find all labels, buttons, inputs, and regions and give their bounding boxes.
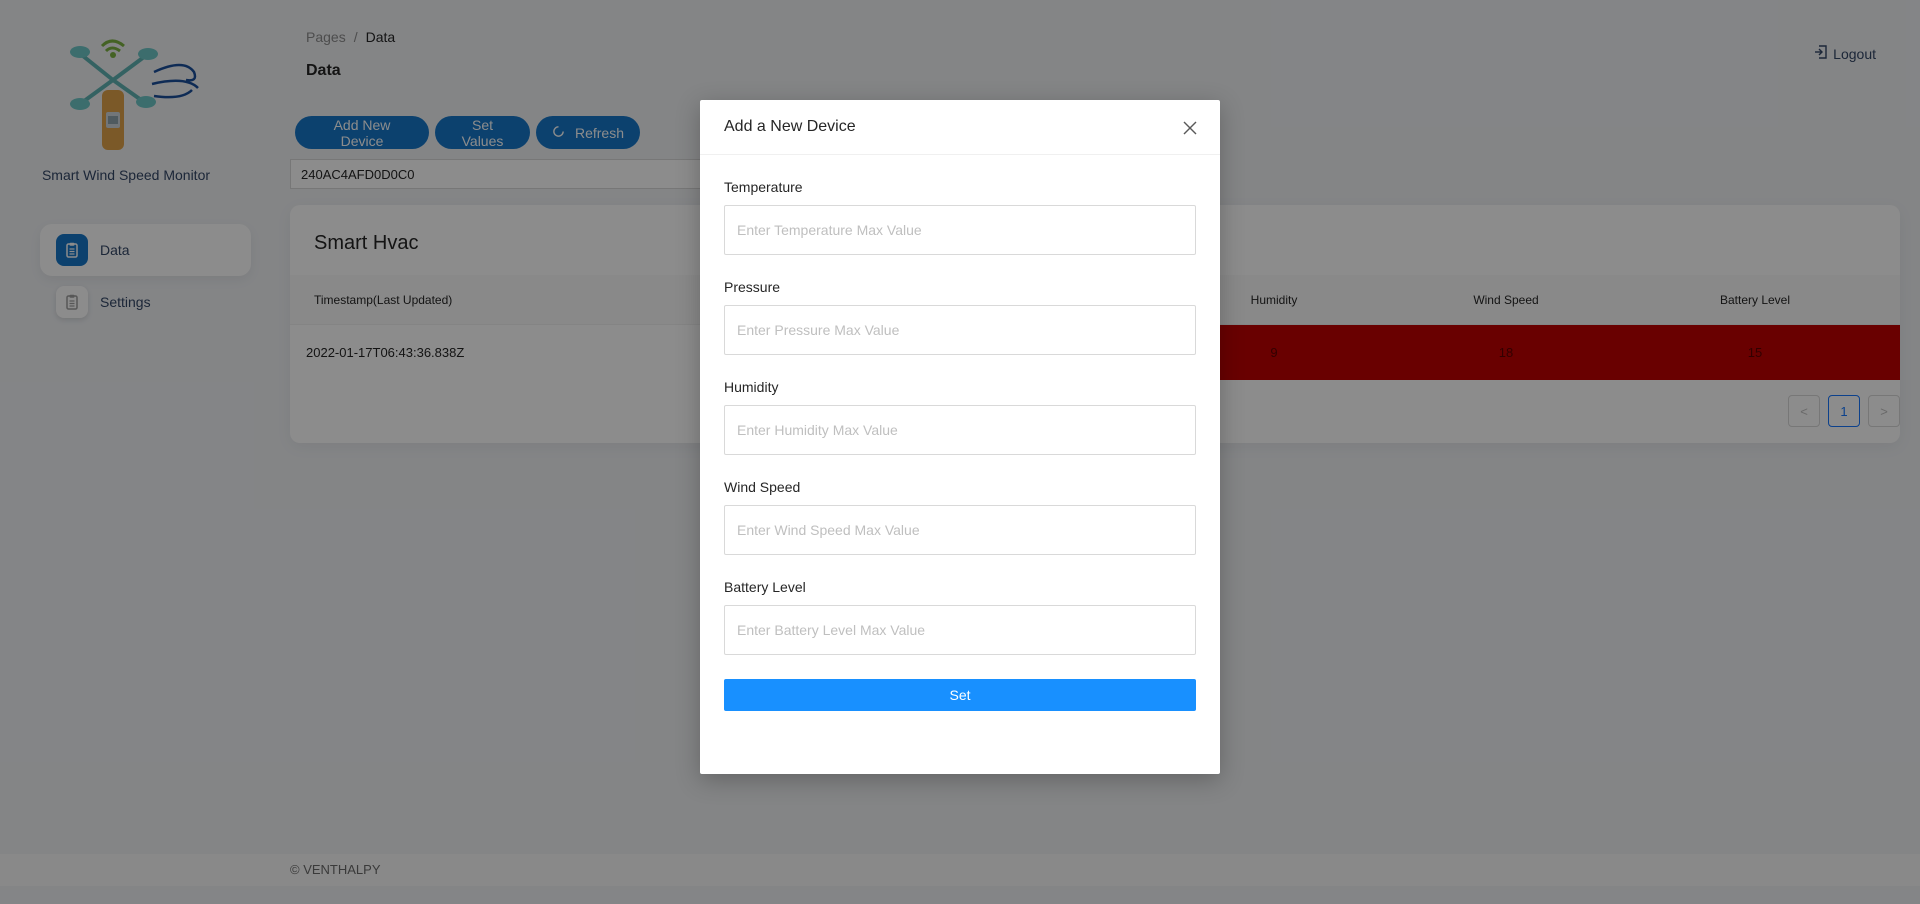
wind-speed-input[interactable] [724,505,1196,555]
add-device-modal: Add a New Device Temperature Pressure Hu… [700,100,1220,774]
temperature-label: Temperature [724,179,803,195]
set-button[interactable]: Set [724,679,1196,711]
wind-speed-label: Wind Speed [724,479,801,495]
humidity-input[interactable] [724,405,1196,455]
battery-level-input[interactable] [724,605,1196,655]
close-icon[interactable] [1180,118,1200,138]
modal-header: Add a New Device [700,100,1220,155]
pressure-input[interactable] [724,305,1196,355]
modal-title: Add a New Device [724,118,856,135]
modal-body: Temperature Pressure Humidity Wind Speed… [700,155,1220,711]
humidity-label: Humidity [724,379,779,395]
battery-level-label: Battery Level [724,579,806,595]
pressure-label: Pressure [724,279,781,295]
temperature-input[interactable] [724,205,1196,255]
